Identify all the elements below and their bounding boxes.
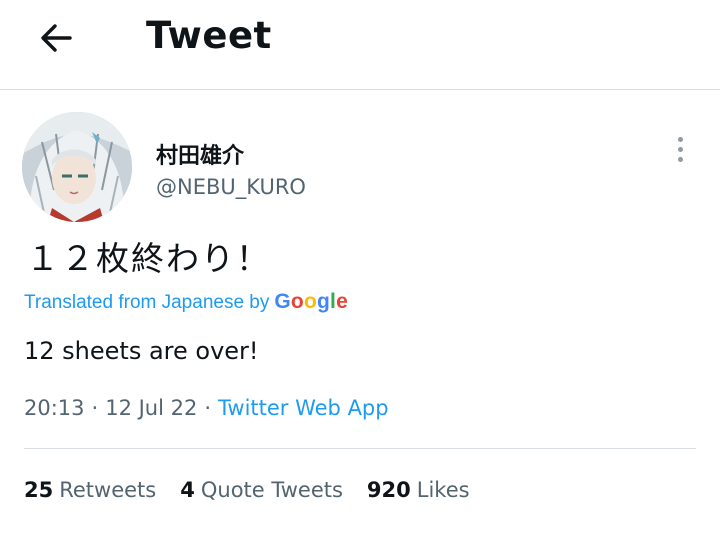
google-logo-letter: G [274, 290, 291, 313]
avatar[interactable] [22, 112, 132, 222]
tweet-date: 12 Jul 22 [105, 396, 198, 420]
tweet-detail-page: Tweet 村田雄介 @NEBU_KURO １２枚終わり！ Translated… [0, 0, 720, 534]
more-dot-icon [677, 136, 683, 142]
author-display-name[interactable]: 村田雄介 [156, 138, 244, 170]
retweets-label: Retweets [59, 478, 157, 502]
tweet-text: １２枚終わり！ [26, 239, 271, 278]
more-dot-icon [677, 146, 683, 152]
page-title: Tweet [146, 14, 272, 57]
author-handle[interactable]: @NEBU_KURO [156, 175, 306, 199]
google-logo-letter: g [316, 290, 331, 313]
likes-stat[interactable]: 920 Likes [367, 478, 470, 502]
translated-text: 12 sheets are over! [24, 337, 259, 365]
divider [24, 448, 696, 449]
more-dot-icon [677, 156, 683, 162]
likes-count: 920 [366, 478, 411, 502]
likes-label: Likes [416, 478, 470, 502]
more-options-button[interactable] [668, 132, 692, 166]
translated-label: Translated from Japanese by [24, 292, 270, 313]
tweet-time: 20:13 [24, 396, 85, 420]
top-app-bar: Tweet [0, 0, 720, 90]
google-logo-letter: o [290, 290, 304, 313]
google-logo-letter: e [336, 290, 348, 313]
google-logo-letter: o [303, 290, 317, 313]
translation-attribution: Translated from Japanese by Google [24, 290, 348, 314]
arrow-left-icon [41, 24, 72, 52]
tweet-source-link[interactable]: Twitter Web App [218, 396, 389, 420]
engagement-stats: 25 Retweets 4 Quote Tweets 920 Likes [24, 478, 494, 502]
quote-tweets-stat[interactable]: 4 Quote Tweets [180, 478, 343, 502]
meta-separator: · [204, 396, 212, 420]
tweet-meta: 20:13 · 12 Jul 22 · Twitter Web App [24, 396, 389, 420]
google-logo: Google [274, 290, 348, 314]
quotes-label: Quote Tweets [200, 478, 343, 502]
retweets-stat[interactable]: 25 Retweets [24, 478, 156, 502]
meta-separator: · [91, 396, 99, 420]
quotes-count: 4 [180, 478, 195, 502]
back-button[interactable] [34, 16, 78, 60]
anime-character-avatar [22, 112, 132, 222]
retweets-count: 25 [24, 478, 54, 502]
